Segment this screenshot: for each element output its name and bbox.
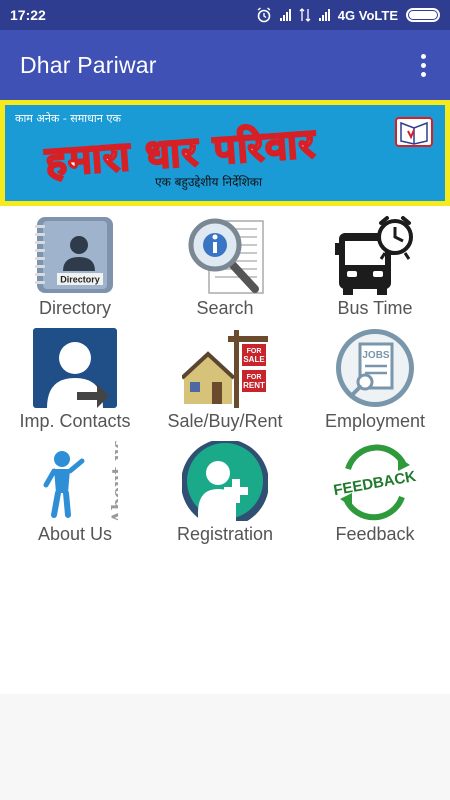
menu-label-registration: Registration [176,524,274,544]
status-bar: 17:22 4G VoLTE [0,0,450,30]
banner-tagline: काम अनेक - समाधान एक [15,112,121,125]
sale-sign-text-1: FOR [247,348,262,355]
menu-label-feedback: Feedback [335,524,415,544]
menu-label-sale-buy-rent: Sale/Buy/Rent [167,411,283,431]
menu-grid: Directory Directory Search Bus Time Imp.… [0,206,450,545]
rent-sign-text-1: FOR [247,374,262,381]
banner-logo-icon [395,117,433,147]
bottom-empty-area [0,694,450,800]
menu-item-feedback[interactable]: FEEDBACK Feedback [300,432,450,545]
feedback-icon-text: FEEDBACK [332,468,417,499]
menu-label-search: Search [196,298,254,318]
menu-item-bus-time[interactable]: Bus Time [300,206,450,319]
app-title: Dhar Pariwar [20,51,157,78]
alarm-icon [257,7,271,23]
jobs-icon-text: JOBS [362,350,390,361]
overflow-menu-icon[interactable] [417,50,430,81]
sale-sign-text-2: SALE [243,355,265,364]
directory-icon-text: Directory [60,275,100,285]
data-arrows-icon [299,8,311,22]
banner-subtitle: एक बहुउद्देशीय निर्देशिका [155,175,263,189]
menu-item-search[interactable]: Search [150,206,300,319]
menu-item-imp-contacts[interactable]: Imp. Contacts [0,319,150,432]
about-us-icon-text: About us [109,441,118,521]
menu-item-sale-buy-rent[interactable]: FOR SALE FOR RENT Sale/Buy/Rent [150,319,300,432]
jobs-search-icon: JOBS [332,328,418,408]
signal-icon [279,9,291,21]
menu-item-registration[interactable]: Registration [150,432,300,545]
menu-item-directory[interactable]: Directory Directory [0,206,150,319]
network-type: 4G VoLTE [337,7,398,23]
magnifier-document-icon [182,215,268,295]
menu-label-directory: Directory [38,298,111,318]
menu-label-about-us: About Us [37,524,113,544]
about-us-figure-icon: About us [32,441,118,521]
directory-book-icon: Directory [32,215,118,295]
add-user-icon [182,441,268,521]
menu-label-imp-contacts: Imp. Contacts [19,411,131,431]
app-bar: Dhar Pariwar [0,30,450,100]
menu-item-employment[interactable]: JOBS Employment [300,319,450,432]
status-time: 17:22 [10,7,46,23]
banner-image: काम अनेक - समाधान एक हमारा धार परिवार एक… [5,105,445,201]
battery-icon [406,8,440,22]
bus-clock-icon [332,215,418,295]
house-sale-sign-icon: FOR SALE FOR RENT [182,328,268,408]
banner: काम अनेक - समाधान एक हमारा धार परिवार एक… [0,100,450,206]
status-indicators: 4G VoLTE [256,7,440,23]
signal-icon-2 [318,9,330,21]
menu-label-bus-time: Bus Time [337,298,413,318]
contact-person-icon [32,328,118,408]
rent-sign-text-2: RENT [243,381,265,390]
menu-item-about-us[interactable]: About us About Us [0,432,150,545]
feedback-arrows-icon: FEEDBACK [332,441,418,521]
menu-label-employment: Employment [324,411,426,431]
menu-grid-area: Directory Directory Search Bus Time Imp.… [0,206,450,694]
